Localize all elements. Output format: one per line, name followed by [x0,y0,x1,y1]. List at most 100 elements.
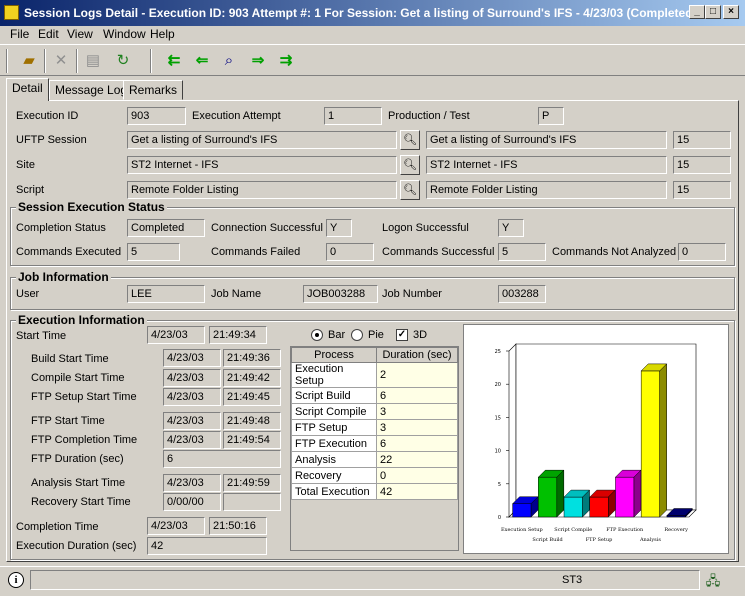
completion-date-field[interactable]: 4/23/03 [147,517,205,535]
y-tick-label: 5 [498,482,501,488]
menu-file[interactable]: File [10,27,29,41]
bar-front [563,496,583,518]
status-panel [30,570,700,590]
ftp-start-time-field[interactable]: 21:49:48 [223,412,281,430]
x-category-label: Script Build [532,537,563,543]
execution-duration-field[interactable]: 42 [147,537,267,555]
logon-successful-field[interactable]: Y [498,219,524,237]
open-folder-icon[interactable]: ▰ [18,50,40,72]
compile-start-date-field[interactable]: 4/23/03 [163,369,221,387]
job-number-field[interactable]: 003288 [498,285,546,303]
table-row[interactable]: Recovery 0 [291,467,458,484]
uftp-session-id-field[interactable]: 15 [673,131,731,149]
table-header-process[interactable]: Process [291,347,377,363]
compile-start-time-field[interactable]: 21:49:42 [223,369,281,387]
user-field[interactable]: LEE [127,285,205,303]
table-row[interactable]: FTP Execution 6 [291,435,458,452]
execution-id-field[interactable]: 903 [127,107,186,125]
menu-help[interactable]: Help [150,27,175,41]
execution-attempt-field[interactable]: 1 [324,107,382,125]
uftp-session-name-field[interactable]: Get a listing of Surround's IFS [426,131,667,149]
connection-successful-field[interactable]: Y [326,219,352,237]
execution-duration-label: Execution Duration (sec) [16,540,137,552]
bar-radio[interactable] [311,329,323,341]
table-row[interactable]: Script Build 6 [291,387,458,404]
table-row[interactable]: Analysis 22 [291,451,458,468]
script-id-field[interactable]: 15 [673,181,731,199]
ftp-completion-time-field[interactable]: 21:49:54 [223,431,281,449]
ftp-duration-field[interactable]: 6 [163,450,281,468]
menu-window[interactable]: Window [103,27,146,41]
toolbar-separator [150,49,152,73]
magnifier-icon: 🔍︎ [403,134,417,146]
bar-side [556,469,565,518]
recovery-start-date-field[interactable]: 0/00/00 [163,493,221,511]
next-record-icon[interactable]: ⇒ [247,50,269,72]
maximize-button[interactable]: □ [705,5,721,19]
refresh-icon[interactable]: ↻ [112,50,134,72]
previous-record-icon[interactable]: ⇐ [191,50,213,72]
production-test-field[interactable]: P [538,107,564,125]
ftp-setup-start-time-label: FTP Setup Start Time [31,391,137,403]
menu-view[interactable]: View [67,27,93,41]
analysis-start-date-field[interactable]: 4/23/03 [163,474,221,492]
ftp-setup-start-date-field[interactable]: 4/23/03 [163,388,221,406]
commands-successful-field[interactable]: 5 [498,243,546,261]
start-time-field[interactable]: 21:49:34 [209,326,267,344]
table-header-duration[interactable]: Duration (sec) [376,347,458,363]
script-field[interactable]: Remote Folder Listing [127,181,397,199]
first-record-icon[interactable]: ⇇ [163,50,185,72]
tab-detail[interactable]: Detail [6,78,49,101]
ftp-completion-date-field[interactable]: 4/23/03 [163,431,221,449]
build-start-date-field[interactable]: 4/23/03 [163,349,221,367]
status-text: ST3 [562,574,583,586]
lookup-session-button[interactable]: 🔍︎ [400,130,420,150]
table-row[interactable]: FTP Setup 3 [291,419,458,436]
job-name-field[interactable]: JOB003288 [303,285,378,303]
start-date-field[interactable]: 4/23/03 [147,326,205,344]
completion-time-field[interactable]: 21:50:16 [209,517,267,535]
duration-chart: 0 5 10 15 20 25 Execution Setup Script Build Scr… [463,324,729,554]
uftp-session-field[interactable]: Get a listing of Surround's IFS [127,131,397,149]
y-tick-label: 0 [498,515,501,521]
commands-not-analyzed-label: Commands Not Analyzed [552,246,677,258]
info-icon[interactable]: i [8,572,24,588]
table-row[interactable]: Total Execution 42 [291,483,458,500]
commands-not-analyzed-field[interactable]: 0 [678,243,726,261]
bar-front [615,476,635,518]
recovery-start-time-field[interactable] [223,493,281,511]
close-button[interactable]: × [723,5,739,19]
commands-executed-field[interactable]: 5 [127,243,180,261]
3d-checkbox[interactable]: ✓ [396,329,408,341]
site-id-field[interactable]: 15 [673,156,731,174]
site-name-field[interactable]: ST2 Internet - IFS [426,156,667,174]
find-icon[interactable]: ⌕ [218,50,240,72]
title-bar[interactable]: Session Logs Detail - Execution ID: 903 … [0,0,745,26]
ftp-start-date-field[interactable]: 4/23/03 [163,412,221,430]
last-record-icon[interactable]: ⇉ [275,50,297,72]
completion-status-field[interactable]: Completed [127,219,205,237]
lookup-script-button[interactable]: 🔍︎ [400,180,420,200]
minimize-button[interactable]: _ [689,5,705,19]
analysis-start-time-field[interactable]: 21:49:59 [223,474,281,492]
tab-message-log[interactable]: Message Log [49,80,134,100]
table-header-row: Process Duration (sec) [291,347,458,363]
duration-chart-svg: 0 5 10 15 20 25 Execution Setup Script Build Scr… [495,343,697,543]
pie-radio[interactable] [351,329,363,341]
tab-remarks[interactable]: Remarks [123,80,184,100]
commands-failed-field[interactable]: 0 [326,243,374,261]
script-name-field[interactable]: Remote Folder Listing [426,181,667,199]
table-row[interactable]: Execution Setup 2 [291,362,458,388]
job-name-label: Job Name [211,288,262,300]
build-start-time-label: Build Start Time [31,353,109,365]
delete-icon[interactable]: ✕ [50,50,72,72]
app-icon [4,5,19,20]
site-field[interactable]: ST2 Internet - IFS [127,156,397,174]
magnifier-icon: 🔍︎ [403,159,417,171]
lookup-site-button[interactable]: 🔍︎ [400,155,420,175]
print-icon[interactable]: ▤ [82,50,104,72]
build-start-time-field[interactable]: 21:49:36 [223,349,281,367]
ftp-setup-start-time-field[interactable]: 21:49:45 [223,388,281,406]
table-row[interactable]: Script Compile 3 [291,403,458,420]
menu-edit[interactable]: Edit [38,27,59,41]
